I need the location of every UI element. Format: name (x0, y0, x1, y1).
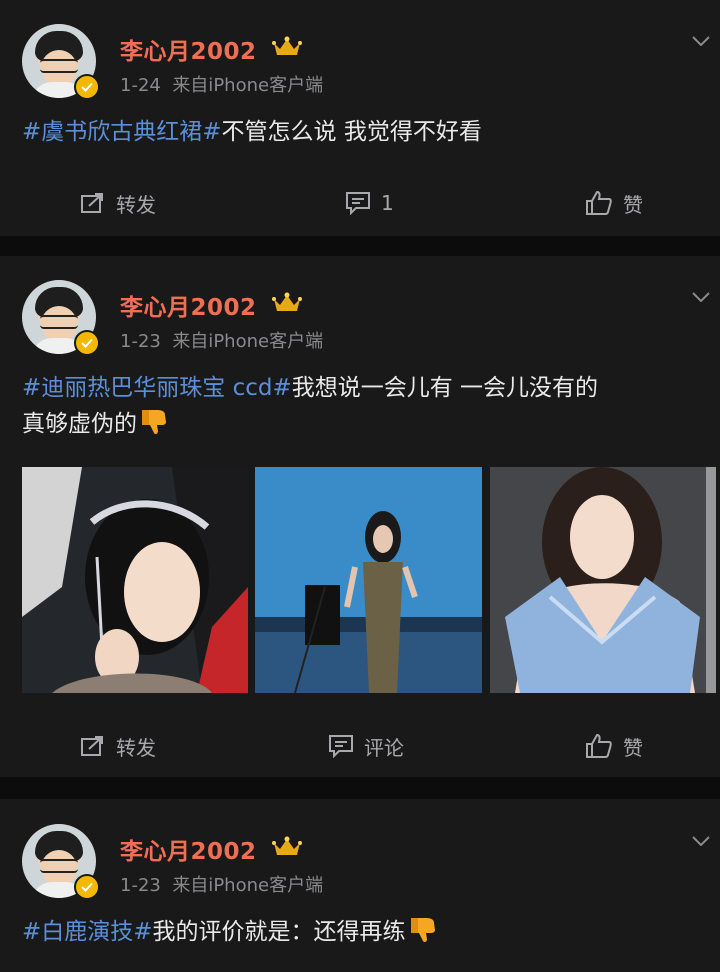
post-card[interactable]: 李心月2002 1-24 来自iPhone客户端 #虞书欣古典红裙#不管怎么说 … (0, 0, 720, 236)
like-icon (586, 190, 612, 215)
post-image[interactable] (22, 467, 248, 693)
post-image[interactable] (490, 467, 716, 693)
post-source: 来自iPhone客户端 (172, 75, 324, 96)
post-text-line: #迪丽热巴华丽珠宝 ccd#我想说一会儿有 一会儿没有的 (22, 370, 702, 406)
crown-badge-icon (272, 292, 302, 311)
post-date: 1-24 (120, 75, 161, 96)
thumbs-down-emoji (410, 918, 435, 943)
verified-badge-icon (74, 330, 100, 356)
post-card[interactable]: 李心月2002 1-23 来自iPhone客户端 #迪丽热巴华丽珠宝 ccd#我… (0, 256, 720, 777)
hashtag-link[interactable]: #白鹿演技# (22, 919, 153, 945)
post-date: 1-23 (120, 331, 161, 352)
thumbs-down-emoji (142, 410, 166, 435)
repost-label: 转发 (116, 735, 156, 760)
post-date: 1-23 (120, 875, 161, 896)
chevron-down-icon[interactable] (692, 36, 710, 46)
crown-badge-icon (272, 36, 302, 55)
post-text: #迪丽热巴华丽珠宝 ccd#我想说一会儿有 一会儿没有的 真够虚伪的 (22, 370, 702, 442)
post-card[interactable]: 李心月2002 1-23 来自iPhone客户端 #白鹿演技#我的评价就是：还得… (0, 799, 720, 972)
post-text: #虞书欣古典红裙#不管怎么说 我觉得不好看 (22, 114, 702, 150)
chevron-down-icon[interactable] (692, 836, 710, 846)
comment-icon (346, 192, 370, 215)
post-text: #白鹿演技#我的评价就是：还得再练 (22, 914, 702, 950)
username[interactable]: 李心月2002 (120, 32, 257, 66)
like-label: 赞 (623, 192, 643, 217)
username[interactable]: 李心月2002 (120, 288, 257, 322)
post-source: 来自iPhone客户端 (172, 331, 324, 352)
image-grid (22, 467, 716, 693)
comment-button[interactable]: 1 (345, 183, 394, 223)
like-label: 赞 (623, 735, 643, 760)
like-icon (586, 733, 612, 758)
username[interactable]: 李心月2002 (120, 832, 257, 866)
crown-badge-icon (272, 836, 302, 855)
post-meta: 1-23 来自iPhone客户端 (120, 871, 323, 897)
post-image[interactable] (255, 467, 482, 693)
repost-label: 转发 (116, 192, 156, 217)
action-bar: 转发 1 赞 (0, 183, 720, 223)
repost-icon (81, 193, 103, 213)
comment-label: 评论 (364, 735, 404, 760)
action-bar: 转发 评论 赞 (0, 726, 720, 766)
comment-count: 1 (381, 191, 394, 215)
hashtag-link[interactable]: #虞书欣古典红裙# (22, 119, 222, 145)
weibo-feed: 李心月2002 1-24 来自iPhone客户端 #虞书欣古典红裙#不管怎么说 … (0, 0, 720, 972)
post-text-line: 真够虚伪的 (22, 406, 702, 442)
divider (0, 777, 720, 799)
post-body: 真够虚伪的 (22, 411, 137, 437)
post-meta: 1-24 来自iPhone客户端 (120, 71, 323, 97)
like-button[interactable]: 赞 (585, 183, 643, 223)
repost-icon (81, 736, 103, 756)
repost-button[interactable]: 转发 (80, 183, 156, 223)
post-body: 不管怎么说 我觉得不好看 (221, 119, 482, 145)
repost-button[interactable]: 转发 (80, 726, 156, 766)
verified-badge-icon (74, 74, 100, 100)
verified-badge-icon (74, 874, 100, 900)
post-meta: 1-23 来自iPhone客户端 (120, 327, 323, 353)
hashtag-link[interactable]: #迪丽热巴华丽珠宝 ccd# (22, 375, 292, 401)
chevron-down-icon[interactable] (692, 292, 710, 302)
like-button[interactable]: 赞 (585, 726, 643, 766)
comment-icon (329, 735, 353, 758)
post-body: 我的评价就是：还得再练 (152, 919, 406, 945)
post-body: 我想说一会儿有 一会儿没有的 (291, 375, 599, 401)
post-source: 来自iPhone客户端 (172, 875, 324, 896)
divider (0, 236, 720, 256)
comment-button[interactable]: 评论 (328, 726, 404, 766)
